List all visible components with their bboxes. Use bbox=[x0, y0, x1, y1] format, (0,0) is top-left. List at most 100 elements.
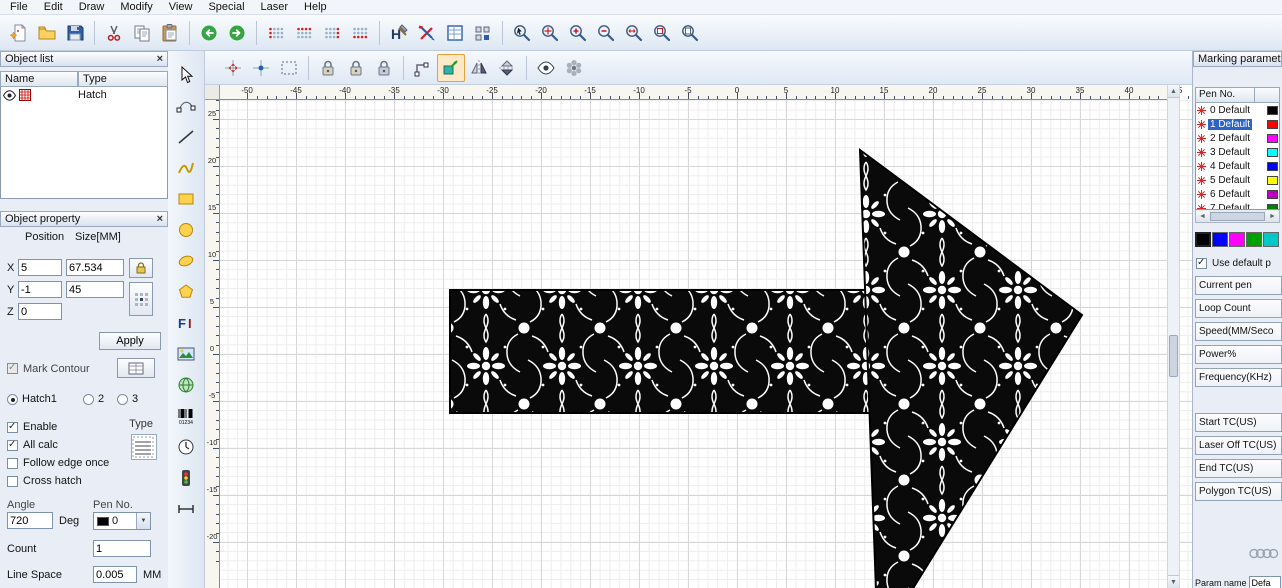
tools-button[interactable] bbox=[413, 19, 441, 47]
delay-button[interactable] bbox=[172, 433, 200, 460]
menu-draw[interactable]: Draw bbox=[71, 0, 113, 15]
mark-contour-checkbox[interactable] bbox=[7, 363, 18, 374]
array-copy-button[interactable] bbox=[469, 19, 497, 47]
column-header-type[interactable]: Type bbox=[78, 71, 168, 87]
x-position-input[interactable] bbox=[18, 259, 62, 276]
input-output-button[interactable] bbox=[172, 464, 200, 491]
pen-color-column-header[interactable] bbox=[1255, 87, 1280, 103]
pen-row-2-default[interactable]: 2 Default bbox=[1196, 131, 1279, 145]
visibility-eye-icon[interactable] bbox=[3, 90, 16, 101]
y-size-input[interactable] bbox=[66, 281, 124, 298]
undo-button[interactable] bbox=[195, 19, 223, 47]
param-table-button[interactable] bbox=[441, 19, 469, 47]
menu-modify[interactable]: Modify bbox=[112, 0, 160, 15]
lock-horizontal-button[interactable] bbox=[314, 54, 342, 82]
canvas-grid[interactable] bbox=[220, 100, 1192, 588]
all-calc-checkbox[interactable] bbox=[7, 440, 18, 451]
preview-eye-button[interactable] bbox=[532, 54, 560, 82]
node-edit-button[interactable] bbox=[172, 92, 200, 119]
zoom-drag-button[interactable] bbox=[536, 19, 564, 47]
zoom-page-button[interactable] bbox=[676, 19, 704, 47]
zoom-in-button[interactable] bbox=[564, 19, 592, 47]
y-position-input[interactable] bbox=[18, 281, 62, 298]
image-button[interactable] bbox=[172, 340, 200, 367]
cut-button[interactable] bbox=[100, 19, 128, 47]
menu-view[interactable]: View bbox=[161, 0, 201, 15]
vertical-scrollbar[interactable]: ▲ ▼ bbox=[1167, 85, 1180, 588]
apply-button[interactable]: Apply bbox=[99, 332, 161, 350]
menu-special[interactable]: Special bbox=[200, 0, 252, 15]
scrollbar-thumb[interactable] bbox=[1210, 212, 1265, 221]
lock-both-button[interactable] bbox=[370, 54, 398, 82]
line-button[interactable] bbox=[172, 123, 200, 150]
scroll-right-icon[interactable]: ► bbox=[1266, 211, 1279, 222]
dot-array-4-button[interactable] bbox=[346, 19, 374, 47]
menu-edit[interactable]: Edit bbox=[36, 0, 71, 15]
field-loop-count[interactable]: Loop Count bbox=[1195, 299, 1282, 318]
hatch3-radio[interactable] bbox=[117, 394, 128, 405]
pen-number-select[interactable]: 0 ▼ bbox=[93, 512, 151, 530]
redo-button[interactable] bbox=[223, 19, 251, 47]
mirror-horizontal-button[interactable] bbox=[465, 54, 493, 82]
contour-param-button[interactable] bbox=[117, 358, 155, 378]
z-position-input[interactable] bbox=[18, 303, 62, 320]
fill-color-button[interactable] bbox=[437, 54, 465, 82]
line-space-input[interactable] bbox=[93, 566, 137, 583]
save-button[interactable] bbox=[61, 19, 89, 47]
field-speed-mm-seco[interactable]: Speed(MM/Seco bbox=[1195, 322, 1282, 341]
dot-array-3-button[interactable] bbox=[318, 19, 346, 47]
vector-file-button[interactable] bbox=[172, 371, 200, 398]
pen-list-scrollbar[interactable]: ◄ ► bbox=[1195, 210, 1280, 223]
field-polygon-tc-us[interactable]: Polygon TC(US) bbox=[1195, 482, 1282, 501]
field-laser-off-tc-us[interactable]: Laser Off TC(US) bbox=[1195, 436, 1282, 455]
palette-swatch[interactable] bbox=[1246, 232, 1262, 247]
angle-input[interactable] bbox=[7, 512, 53, 529]
extend-axis-button[interactable] bbox=[172, 495, 200, 522]
hatch2-radio[interactable] bbox=[83, 394, 94, 405]
follow-edge-once-checkbox[interactable] bbox=[7, 458, 18, 469]
origin-dot-button[interactable] bbox=[247, 54, 275, 82]
hatch-object-artwork[interactable] bbox=[220, 100, 1192, 588]
menu-laser[interactable]: Laser bbox=[253, 0, 297, 15]
zoom-extend-button[interactable] bbox=[620, 19, 648, 47]
corner-node-button[interactable] bbox=[409, 54, 437, 82]
param-name-input[interactable] bbox=[1249, 576, 1281, 588]
pen-row-7-default[interactable]: 7 Default bbox=[1196, 201, 1279, 210]
paste-button[interactable] bbox=[156, 19, 184, 47]
curve-button[interactable] bbox=[172, 154, 200, 181]
select-button[interactable] bbox=[172, 61, 200, 88]
texture-flower-button[interactable] bbox=[560, 54, 588, 82]
ellipse-button[interactable] bbox=[172, 247, 200, 274]
polygon-button[interactable] bbox=[172, 278, 200, 305]
mirror-vertical-button[interactable] bbox=[493, 54, 521, 82]
use-default-checkbox[interactable] bbox=[1196, 258, 1207, 269]
pen-row-6-default[interactable]: 6 Default bbox=[1196, 187, 1279, 201]
barcode-button[interactable]: 01234 bbox=[172, 402, 200, 429]
palette-swatch[interactable] bbox=[1195, 232, 1211, 247]
dot-array-1-button[interactable] bbox=[262, 19, 290, 47]
menu-help[interactable]: Help bbox=[296, 0, 335, 15]
pen-no-column-header[interactable]: Pen No. bbox=[1195, 87, 1255, 103]
scroll-left-icon[interactable]: ◄ bbox=[1196, 211, 1209, 222]
position-anchor-button[interactable] bbox=[129, 282, 153, 316]
palette-swatch[interactable] bbox=[1229, 232, 1245, 247]
x-size-input[interactable] bbox=[66, 259, 124, 276]
palette-swatch[interactable] bbox=[1212, 232, 1228, 247]
open-folder-button[interactable] bbox=[33, 19, 61, 47]
enable-checkbox[interactable] bbox=[7, 422, 18, 433]
cross-hatch-checkbox[interactable] bbox=[7, 476, 18, 487]
pen-row-1-default[interactable]: 1 Default bbox=[1196, 117, 1279, 131]
field-frequency-khz[interactable]: Frequency(KHz) bbox=[1195, 368, 1282, 387]
field-current-pen[interactable]: Current pen bbox=[1195, 276, 1282, 295]
scroll-down-icon[interactable]: ▼ bbox=[1168, 575, 1179, 588]
pen-row-0-default[interactable]: 0 Default bbox=[1196, 103, 1279, 117]
chevron-down-icon[interactable]: ▼ bbox=[136, 513, 150, 529]
new-file-button[interactable] bbox=[5, 19, 33, 47]
marquee-button[interactable] bbox=[275, 54, 303, 82]
count-input[interactable] bbox=[93, 540, 151, 557]
palette-swatch[interactable] bbox=[1263, 232, 1279, 247]
scroll-up-icon[interactable]: ▲ bbox=[1168, 85, 1179, 98]
scrollbar-thumb[interactable] bbox=[1169, 335, 1178, 377]
object-row[interactable]: Hatch bbox=[1, 87, 167, 103]
zoom-out-button[interactable] bbox=[592, 19, 620, 47]
